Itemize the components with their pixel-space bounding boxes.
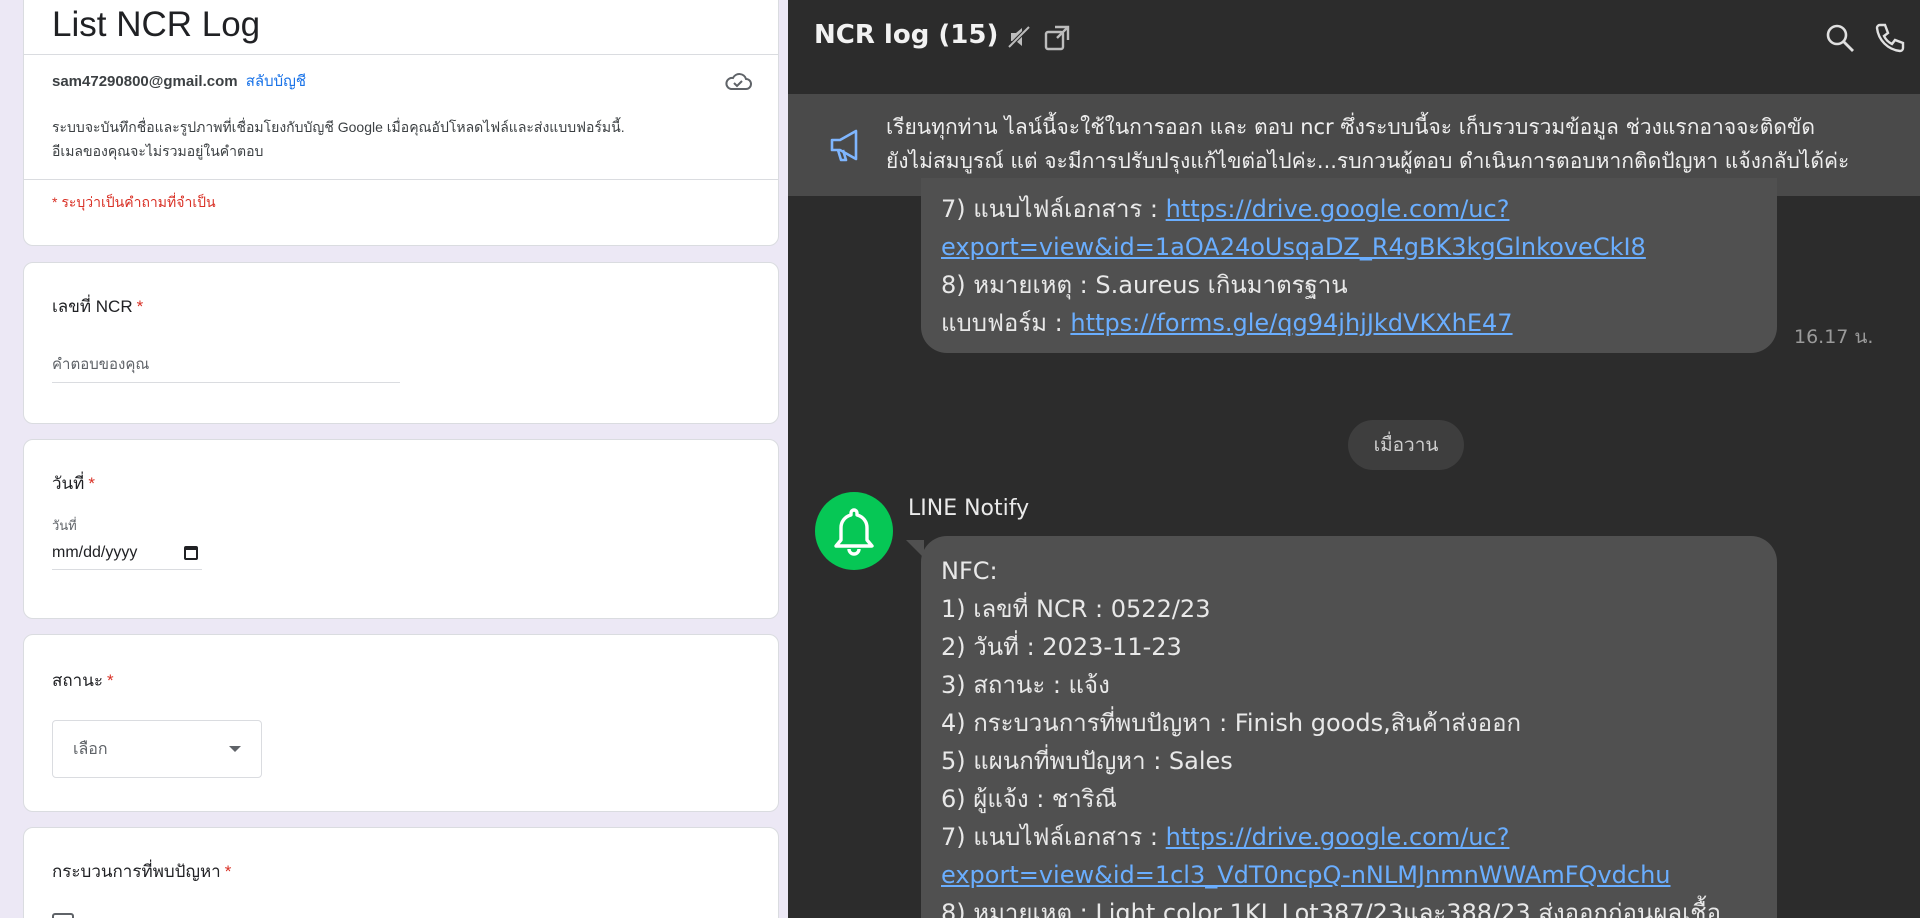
date-sub-label: วันที่ <box>52 518 77 533</box>
question-card-status: สถานะ * เลือก <box>23 634 779 812</box>
question-label: สถานะ * <box>52 667 114 694</box>
required-star: * <box>88 474 95 493</box>
message-bubble[interactable]: 7) แนบไฟล์เอกสาร : https://drive.google.… <box>921 178 1777 353</box>
message-line: แบบฟอร์ม : https://forms.gle/qg94jhjJkdV… <box>941 304 1646 342</box>
question-label: วันที่ * <box>52 470 95 497</box>
message-body: NFC: 1) เลขที่ NCR : 0522/23 2) วันที่ :… <box>941 552 1721 918</box>
chat-header: NCR log (15) <box>788 0 1920 76</box>
question-label-text: เลขที่ NCR <box>52 297 133 316</box>
message-text: 7) แนบไฟล์เอกสาร : <box>941 195 1166 223</box>
cloud-check-icon <box>725 73 752 90</box>
message-line: 6) ผู้แจ้ง : ชาริณี <box>941 785 1117 813</box>
privacy-line: ระบบจะบันทึกชื่อและรูปภาพที่เชื่อมโยงกับ… <box>52 119 625 135</box>
google-form-pane: List NCR Log sam47290800@gmail.com สลับบ… <box>0 0 788 918</box>
select-value: เลือก <box>73 740 108 758</box>
message-line: 8) หมายเหตุ : Light color 1KL Lot387/23แ… <box>941 899 1722 918</box>
message-text: 7) แนบไฟล์เอกสาร : <box>941 823 1166 851</box>
date-separator: เมื่อวาน <box>1348 420 1464 470</box>
mute-icon <box>1007 25 1031 49</box>
divider <box>24 54 778 55</box>
account-line: sam47290800@gmail.com สลับบัญชี <box>52 69 306 93</box>
drive-link[interactable]: export=view&id=1cl3_VdT0ncpQ-nNLMJnmnWWA… <box>941 861 1671 889</box>
form-link[interactable]: https://forms.gle/qg94jhjJkdVKXhE47 <box>1070 309 1512 337</box>
required-star: * <box>136 297 144 316</box>
message-line: 5) แผนกที่พบปัญหา : Sales <box>941 747 1233 775</box>
megaphone-icon <box>830 129 858 162</box>
form-title: List NCR Log <box>52 5 261 44</box>
privacy-line: อีเมลของคุณจะไม่รวมอยู่ในคำตอบ <box>52 143 264 159</box>
message-line: export=view&id=1cl3_VdT0ncpQ-nNLMJnmnWWA… <box>941 856 1721 894</box>
message-text: แบบฟอร์ม : <box>941 309 1071 337</box>
message-line: 4) กระบวนการที่พบปัญหา : Finish goods,สิ… <box>941 709 1522 737</box>
chat-title: NCR log (15) <box>814 20 998 50</box>
message-line: 1) เลขที่ NCR : 0522/23 <box>941 595 1211 623</box>
sender-name: LINE Notify <box>908 496 1030 521</box>
required-note: * ระบุว่าเป็นคำถามที่จำเป็น <box>52 194 216 210</box>
question-card-date: วันที่ * วันที่ mm/dd/yyyy <box>23 439 779 619</box>
process-checkbox[interactable] <box>52 913 74 918</box>
announcement-text: เรียนทุกท่าน ไลน์นี้จะใช้ในการออก และ ตอ… <box>886 110 1920 178</box>
avatar[interactable] <box>815 492 893 570</box>
message-line: 7) แนบไฟล์เอกสาร : https://drive.google.… <box>941 818 1721 856</box>
calendar-icon[interactable] <box>184 545 198 560</box>
message-line: 2) วันที่ : 2023-11-23 <box>941 633 1182 661</box>
member-count: (15) <box>938 20 999 50</box>
required-star: * <box>224 862 232 881</box>
chevron-down-icon <box>229 746 241 752</box>
ncr-number-input[interactable] <box>52 347 400 383</box>
account-email: sam47290800@gmail.com <box>52 73 238 90</box>
divider <box>24 179 778 180</box>
message-line: 8) หมายเหตุ : S.aureus เกินมาตรฐาน <box>941 271 1348 299</box>
question-label-text: กระบวนการที่พบปัญหา <box>52 862 221 881</box>
external-window-icon[interactable] <box>1043 24 1071 52</box>
status-select[interactable]: เลือก <box>52 720 262 778</box>
announcement-line: ยังไม่สมบูรณ์ แต่ จะมีการปรับปรุงแก้ไขต่… <box>886 149 1850 173</box>
privacy-notice: ระบบจะบันทึกชื่อและรูปภาพที่เชื่อมโยงกับ… <box>52 115 752 163</box>
question-card-process: กระบวนการที่พบปัญหา * <box>23 827 779 918</box>
bell-icon <box>834 508 874 556</box>
date-input[interactable]: mm/dd/yyyy <box>52 536 202 570</box>
phone-icon[interactable] <box>1872 22 1906 56</box>
message-line: 3) สถานะ : แจ้ง <box>941 671 1110 699</box>
drive-link[interactable]: https://drive.google.com/uc? <box>1166 195 1510 223</box>
search-icon[interactable] <box>1824 22 1856 54</box>
required-star: * <box>106 671 114 690</box>
line-chat-pane: NCR log (15) เรียนทุกท่าน ไลน์นี้จะใช้ใน… <box>788 0 1920 918</box>
question-label: เลขที่ NCR * <box>52 293 143 320</box>
message-bubble[interactable]: NFC: 1) เลขที่ NCR : 0522/23 2) วันที่ :… <box>921 536 1777 918</box>
chat-name: NCR log <box>814 20 930 50</box>
question-label: กระบวนการที่พบปัญหา * <box>52 858 231 885</box>
question-label-text: วันที่ <box>52 474 85 493</box>
message-line: export=view&id=1aOA24oUsqaDZ_R4gBK3kgGln… <box>941 228 1646 266</box>
message-body: 7) แนบไฟล์เอกสาร : https://drive.google.… <box>941 190 1646 342</box>
message-time: 16.17 น. <box>1794 326 1874 348</box>
announcement-line: เรียนทุกท่าน ไลน์นี้จะใช้ในการออก และ ตอ… <box>886 115 1815 139</box>
question-card-ncr-number: เลขที่ NCR * <box>23 262 779 424</box>
message-line: NFC: <box>941 557 998 585</box>
drive-link[interactable]: https://drive.google.com/uc? <box>1166 823 1510 851</box>
switch-account-link[interactable]: สลับบัญชี <box>246 73 306 90</box>
message-line: 7) แนบไฟล์เอกสาร : https://drive.google.… <box>941 190 1646 228</box>
drive-link[interactable]: export=view&id=1aOA24oUsqaDZ_R4gBK3kgGln… <box>941 233 1646 261</box>
date-value: mm/dd/yyyy <box>52 543 138 561</box>
question-label-text: สถานะ <box>52 671 103 690</box>
form-header-card: List NCR Log sam47290800@gmail.com สลับบ… <box>23 0 779 246</box>
